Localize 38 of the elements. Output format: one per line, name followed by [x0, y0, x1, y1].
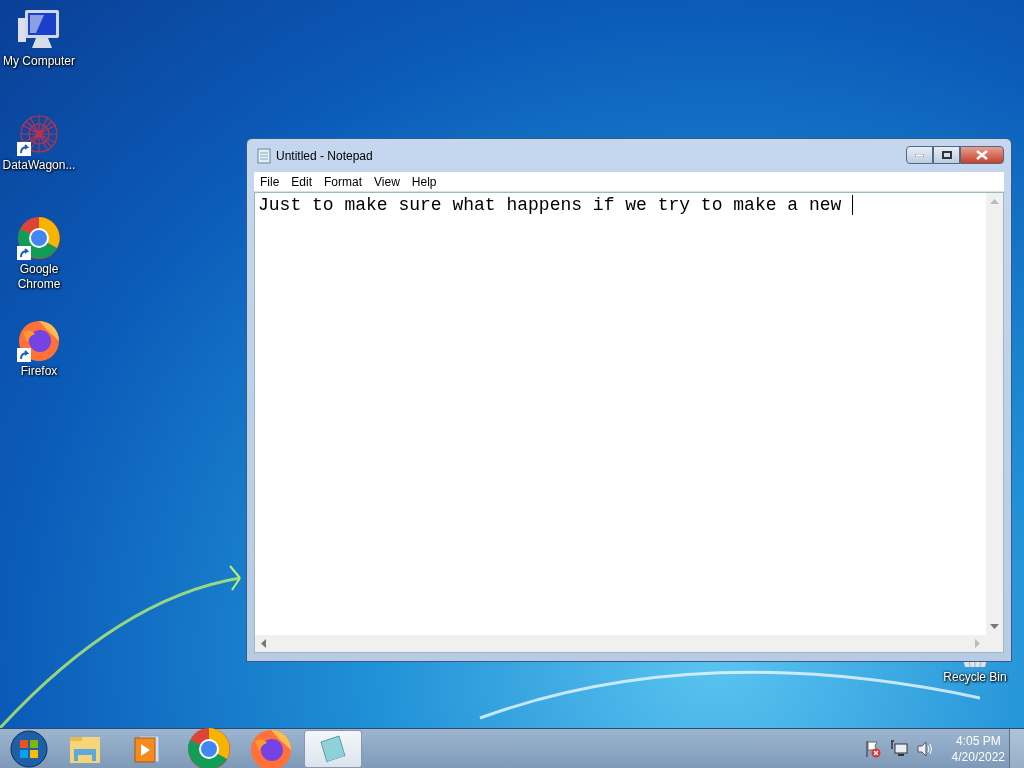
icon-label: Google Chrome — [16, 262, 62, 292]
network-icon[interactable] — [889, 739, 908, 758]
menu-item[interactable]: View — [368, 174, 406, 189]
menu-item[interactable]: Help — [405, 174, 443, 189]
text-cursor — [852, 195, 854, 215]
chrome-icon — [187, 726, 231, 768]
menu-item[interactable]: Edit — [285, 174, 319, 189]
horizontal-scrollbar[interactable] — [255, 635, 986, 652]
show-desktop-button[interactable] — [1009, 728, 1024, 768]
firefox-icon — [17, 318, 61, 362]
document-text: Just to make sure what happens if we try to make a new — [258, 195, 843, 215]
starburst-icon — [17, 112, 61, 156]
icon-label: Firefox — [20, 364, 58, 379]
notepad-icon — [257, 147, 271, 164]
down-arrow-icon — [990, 624, 999, 630]
windows-logo-icon — [10, 729, 48, 768]
left-arrow-icon — [260, 639, 266, 648]
minimize-icon — [915, 153, 924, 157]
icon-label: My Computer — [3, 54, 75, 69]
notepad-icon — [317, 733, 349, 764]
media-player-icon — [133, 733, 161, 764]
icon-label: Recycle Bin — [943, 670, 1007, 685]
taskbar-button[interactable] — [304, 729, 362, 768]
maximize-button[interactable] — [933, 146, 960, 164]
speaker-icon[interactable] — [915, 739, 934, 758]
vertical-scrollbar[interactable] — [986, 193, 1003, 635]
chrome-icon — [17, 216, 61, 260]
close-icon — [976, 150, 988, 160]
up-arrow-icon — [990, 198, 999, 204]
icon-label: DataWagon... — [2, 158, 76, 173]
window-title: Untitled - Notepad — [276, 148, 374, 163]
flag-error-icon[interactable] — [863, 739, 882, 758]
close-button[interactable] — [960, 146, 1004, 164]
menu-item[interactable]: Format — [318, 174, 369, 189]
menu-item[interactable]: File — [254, 174, 286, 189]
maximize-icon — [941, 151, 952, 159]
right-arrow-icon — [975, 639, 981, 648]
minimize-button[interactable] — [906, 146, 933, 164]
